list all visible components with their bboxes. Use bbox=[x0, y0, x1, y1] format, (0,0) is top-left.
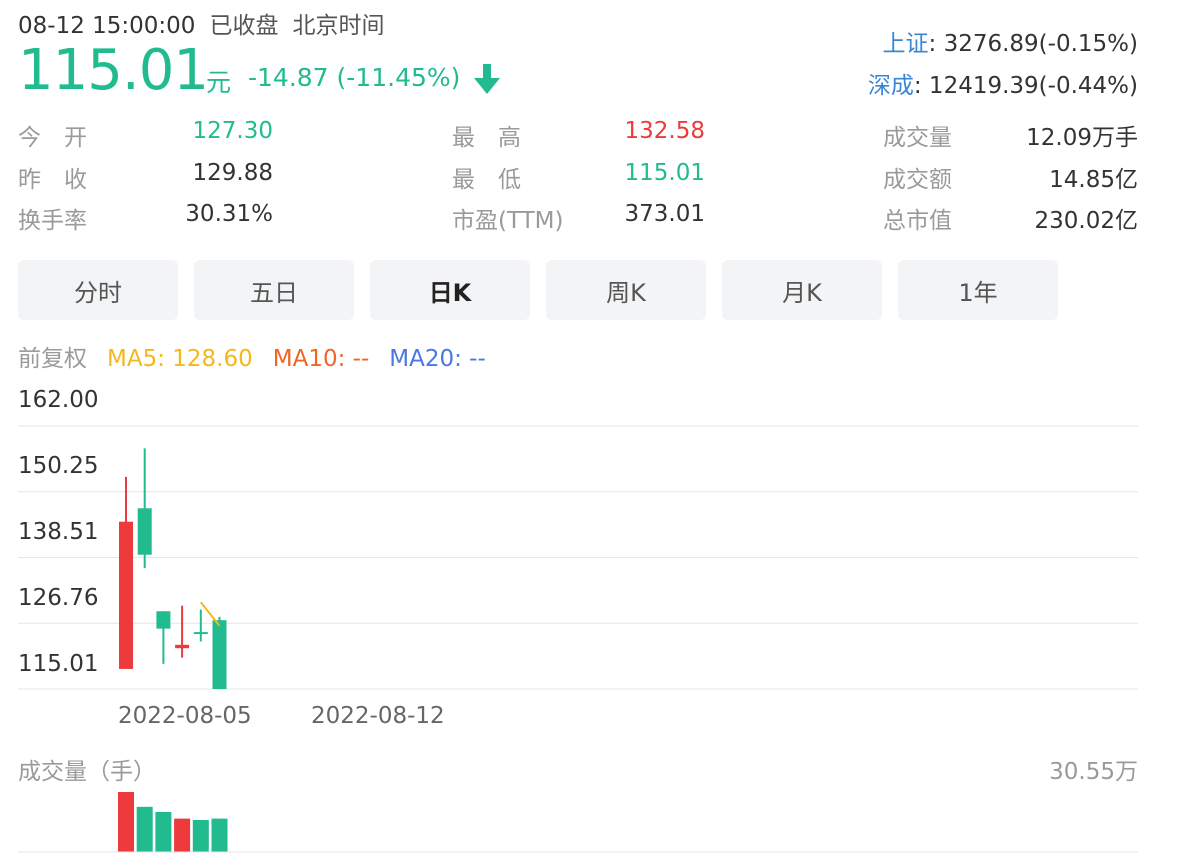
volume-bar[interactable] bbox=[136, 806, 153, 852]
volume-bar[interactable] bbox=[211, 818, 228, 852]
volume-bar[interactable] bbox=[118, 792, 134, 852]
volume-bar[interactable] bbox=[174, 818, 191, 852]
volume-chart[interactable] bbox=[0, 0, 1178, 868]
volume-bar[interactable] bbox=[155, 811, 172, 852]
volume-bar[interactable] bbox=[192, 819, 209, 852]
